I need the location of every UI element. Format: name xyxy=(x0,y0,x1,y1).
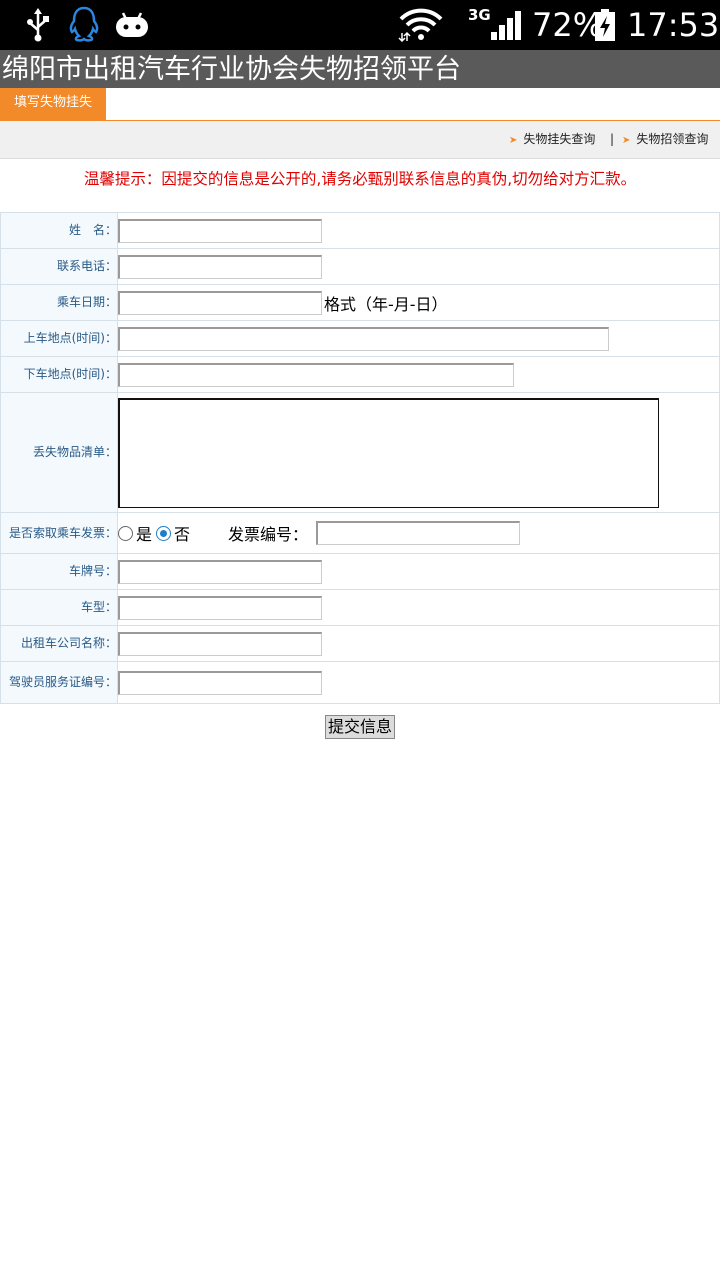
invoice-yes-radio[interactable] xyxy=(118,525,133,541)
items-label: 丢失物品清单： xyxy=(0,392,118,513)
tab-bar: 填写失物挂失 xyxy=(0,88,720,121)
form-row-items: 丢失物品清单： xyxy=(0,392,720,513)
form-row-pickup: 上车地点(时间)： xyxy=(0,320,720,357)
form-row-date: 乘车日期： 格式（年-月-日） xyxy=(0,284,720,321)
form-row-company: 出租车公司名称： xyxy=(0,625,720,662)
items-textarea[interactable] xyxy=(118,397,659,508)
plate-input[interactable] xyxy=(118,559,322,584)
form-row-driver-license: 驾驶员服务证编号： xyxy=(0,661,720,704)
form-row-name: 姓 名： xyxy=(0,212,720,249)
title-bar: 绵阳市出租汽车行业协会失物招领平台 xyxy=(0,50,720,88)
qq-icon xyxy=(66,0,102,50)
lost-report-query-label: 失物挂失查询 xyxy=(523,132,596,146)
arrow-right-icon: ➤ xyxy=(622,135,631,146)
invoice-question-label: 是否索取乘车发票： xyxy=(0,512,118,554)
form-row-plate: 车牌号： xyxy=(0,553,720,590)
submit-button[interactable]: 提交信息 xyxy=(324,715,395,739)
form-row-invoice: 是否索取乘车发票： 是 否 发票编号： xyxy=(0,512,720,554)
lost-report-query-link[interactable]: ➤ 失物挂失查询 xyxy=(509,121,595,158)
pickup-input[interactable] xyxy=(118,326,609,351)
driver-license-input[interactable] xyxy=(118,670,322,695)
plate-label: 车牌号： xyxy=(0,553,118,590)
car-type-input[interactable] xyxy=(118,595,322,620)
usb-icon xyxy=(22,0,54,50)
found-items-query-link[interactable]: ➤ 失物招领查询 xyxy=(622,121,708,158)
tab-fill-lost-report[interactable]: 填写失物挂失 xyxy=(0,88,106,120)
date-input[interactable] xyxy=(118,290,322,315)
clock: 17:53 xyxy=(627,6,720,44)
page-title: 绵阳市出租汽车行业协会失物招领平台 xyxy=(2,54,461,85)
status-bar: 3G 72% 17:53 xyxy=(0,0,720,50)
invoice-number-input[interactable] xyxy=(316,521,521,545)
found-items-query-label: 失物招领查询 xyxy=(636,132,709,146)
submit-area: 提交信息 xyxy=(0,715,720,739)
query-link-bar: ➤ 失物挂失查询 | ➤ 失物招领查询 xyxy=(0,121,720,159)
dropoff-label: 下车地点(时间)： xyxy=(0,356,118,393)
android-icon xyxy=(112,0,152,50)
battery-charging-icon xyxy=(592,0,618,50)
invoice-no-radio[interactable] xyxy=(156,525,172,541)
driver-license-label: 驾驶员服务证编号： xyxy=(0,661,118,704)
invoice-yes-label: 是 xyxy=(136,525,153,544)
phone-input[interactable] xyxy=(118,254,322,279)
pickup-label: 上车地点(时间)： xyxy=(0,320,118,357)
name-label: 姓 名： xyxy=(0,212,118,249)
company-input[interactable] xyxy=(118,631,322,656)
form-row-phone: 联系电话： xyxy=(0,248,720,285)
lost-item-form: 姓 名： 联系电话： 乘车日期： 格式（年-月-日） 上车地点(时间)： 下车地… xyxy=(0,212,720,704)
car-type-label: 车型： xyxy=(0,589,118,626)
date-label: 乘车日期： xyxy=(0,284,118,321)
name-input[interactable] xyxy=(118,218,322,243)
dropoff-input[interactable] xyxy=(118,362,514,387)
invoice-number-label: 发票编号： xyxy=(228,525,309,544)
signal-icon xyxy=(466,0,524,50)
phone-label: 联系电话： xyxy=(0,248,118,285)
link-separator: | xyxy=(610,132,615,146)
warning-notice: 温馨提示：因提交的信息是公开的,请务必甄别联系信息的真伪,切勿给对方汇款。 xyxy=(83,170,637,188)
form-row-dropoff: 下车地点(时间)： xyxy=(0,356,720,393)
company-label: 出租车公司名称： xyxy=(0,625,118,662)
invoice-no-label: 否 xyxy=(174,525,191,544)
date-format-hint: 格式（年-月-日） xyxy=(324,294,448,314)
form-row-car-type: 车型： xyxy=(0,589,720,626)
arrow-right-icon: ➤ xyxy=(509,135,518,146)
wifi-icon xyxy=(397,0,445,50)
